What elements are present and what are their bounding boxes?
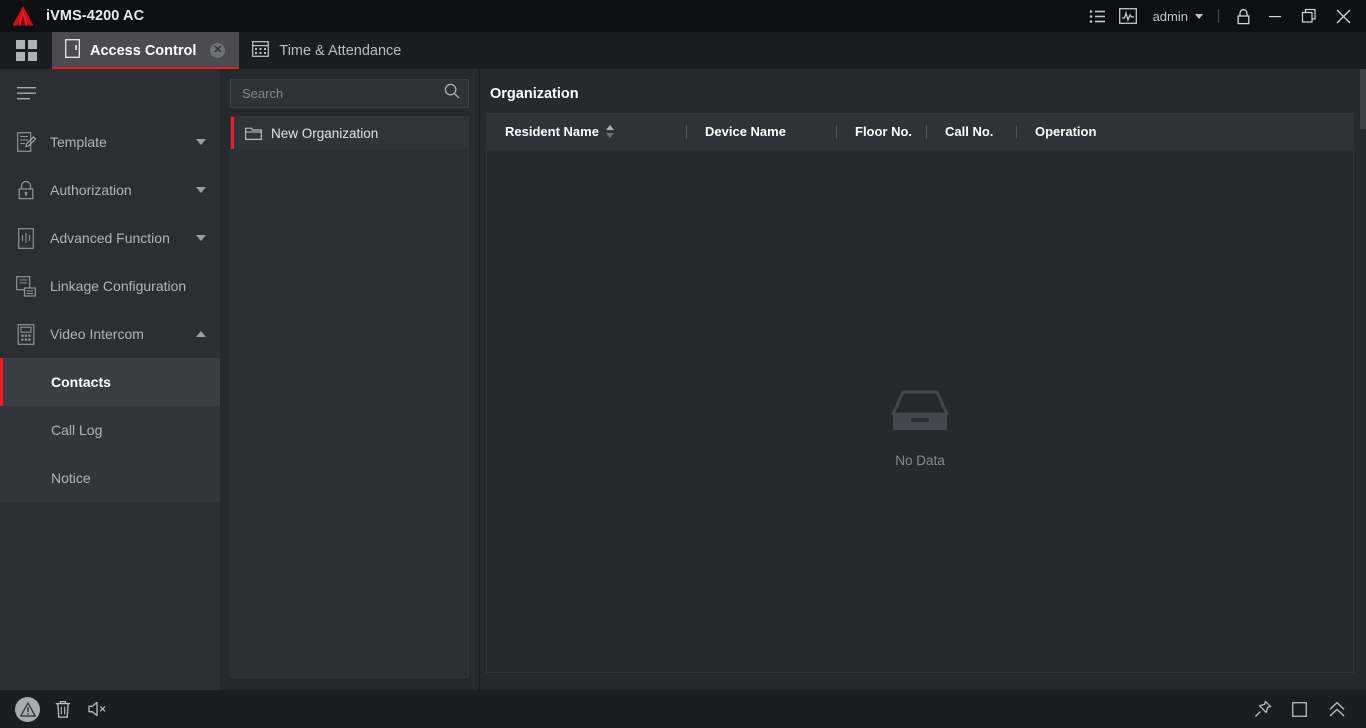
column-header-resident-name[interactable]: Resident Name	[487, 114, 687, 150]
advanced-function-icon	[14, 227, 38, 249]
tab-access-control[interactable]: Access Control ✕	[52, 32, 240, 69]
sidebar-submenu-video-intercom: Contacts Call Log Notice	[0, 358, 220, 502]
chevron-double-up-icon[interactable]	[1321, 694, 1352, 724]
tab-label: Time & Attendance	[279, 42, 402, 59]
search-icon[interactable]	[444, 83, 460, 104]
column-header-device-name[interactable]: Device Name	[687, 114, 837, 150]
tree-node-label: New Organization	[271, 125, 379, 141]
status-bar-right	[1247, 694, 1366, 724]
template-icon	[14, 132, 38, 152]
chevron-up-icon	[196, 331, 206, 337]
titlebar-divider	[1218, 9, 1219, 23]
app-title: iVMS-4200 AC	[46, 8, 145, 24]
page-title: Organization	[490, 86, 579, 102]
lock-icon	[14, 180, 38, 200]
square-icon[interactable]	[1284, 694, 1315, 724]
minimize-button[interactable]	[1258, 0, 1292, 32]
column-header-call-no[interactable]: Call No.	[927, 114, 1017, 150]
pin-icon[interactable]	[1247, 694, 1278, 724]
calendar-icon	[252, 40, 270, 61]
main-scrollbar[interactable]	[1360, 69, 1366, 690]
sidebar-item-label: Linkage Configuration	[50, 278, 187, 294]
app-logo	[0, 6, 46, 26]
tab-label: Access Control	[90, 42, 197, 59]
app-grid-icon[interactable]	[0, 32, 52, 69]
user-menu[interactable]: admin	[1143, 0, 1209, 32]
empty-state: No Data	[487, 390, 1353, 468]
column-label: Resident Name	[505, 124, 599, 139]
trash-icon[interactable]	[47, 694, 78, 724]
search-box[interactable]	[230, 79, 469, 108]
tab-bar: Access Control ✕ Time & Attendance	[0, 32, 1366, 69]
hamburger-icon[interactable]	[0, 69, 220, 118]
sidebar-item-notice[interactable]: Notice	[0, 454, 220, 502]
table-body: No Data	[487, 150, 1353, 672]
speaker-mute-icon[interactable]	[82, 694, 113, 724]
sidebar-subitem-label: Contacts	[51, 374, 111, 390]
folder-icon	[245, 126, 262, 140]
sidebar: Template Authorization Advanced Function	[0, 69, 220, 690]
sort-arrows-icon[interactable]	[605, 125, 614, 138]
tab-time-attendance[interactable]: Time & Attendance	[239, 32, 415, 69]
video-intercom-icon	[14, 323, 38, 345]
organization-tree-panel: New Organization	[220, 69, 479, 690]
sidebar-item-label: Video Intercom	[50, 326, 144, 342]
titlebar-controls: admin	[1083, 0, 1366, 32]
door-icon	[65, 39, 80, 62]
column-label: Floor No.	[855, 124, 913, 139]
chart-icon[interactable]	[1113, 0, 1143, 32]
sidebar-item-linkage-configuration[interactable]: Linkage Configuration	[0, 262, 220, 310]
organization-tree: New Organization	[230, 116, 469, 678]
sidebar-item-template[interactable]: Template	[0, 118, 220, 166]
maximize-button[interactable]	[1292, 0, 1326, 32]
sidebar-item-advanced-function[interactable]: Advanced Function	[0, 214, 220, 262]
column-label: Call No.	[945, 124, 994, 139]
sidebar-item-authorization[interactable]: Authorization	[0, 166, 220, 214]
user-name: admin	[1152, 8, 1188, 24]
title-bar: iVMS-4200 AC admin	[0, 0, 1366, 32]
chevron-down-icon	[196, 235, 206, 241]
chevron-down-icon	[196, 187, 206, 193]
column-label: Device Name	[705, 124, 786, 139]
linkage-icon	[14, 275, 38, 297]
table-header-row: Resident Name Device Name Floor No. Call…	[487, 114, 1353, 150]
sidebar-item-video-intercom[interactable]: Video Intercom	[0, 310, 220, 358]
sidebar-item-contacts[interactable]: Contacts	[0, 358, 220, 406]
sidebar-subitem-label: Notice	[51, 470, 91, 486]
sidebar-item-label: Template	[50, 134, 107, 150]
search-input[interactable]	[242, 86, 444, 101]
list-icon[interactable]	[1083, 0, 1113, 32]
sidebar-item-call-log[interactable]: Call Log	[0, 406, 220, 454]
chevron-down-icon	[1195, 13, 1203, 19]
column-header-floor-no[interactable]: Floor No.	[837, 114, 927, 150]
residents-table: Resident Name Device Name Floor No. Call…	[486, 113, 1354, 673]
scrollbar-thumb[interactable]	[1360, 69, 1366, 129]
column-label: Operation	[1035, 124, 1097, 139]
alarm-warning-icon[interactable]	[12, 694, 43, 724]
column-header-operation[interactable]: Operation	[1017, 114, 1197, 150]
lock-icon[interactable]	[1228, 0, 1258, 32]
main-panel: Organization Resident Name Device Name F…	[480, 69, 1360, 690]
tree-node-new-organization[interactable]: New Organization	[231, 117, 468, 149]
empty-state-label: No Data	[895, 453, 945, 468]
status-bar-left	[0, 694, 113, 724]
status-bar	[0, 690, 1366, 728]
sidebar-item-label: Advanced Function	[50, 230, 170, 246]
empty-tray-icon	[890, 390, 950, 439]
hikvision-triangle-logo-icon	[12, 6, 34, 26]
close-button[interactable]	[1326, 0, 1360, 32]
chevron-down-icon	[196, 139, 206, 145]
sidebar-item-label: Authorization	[50, 182, 132, 198]
sidebar-subitem-label: Call Log	[51, 422, 103, 438]
close-icon[interactable]: ✕	[210, 43, 226, 58]
